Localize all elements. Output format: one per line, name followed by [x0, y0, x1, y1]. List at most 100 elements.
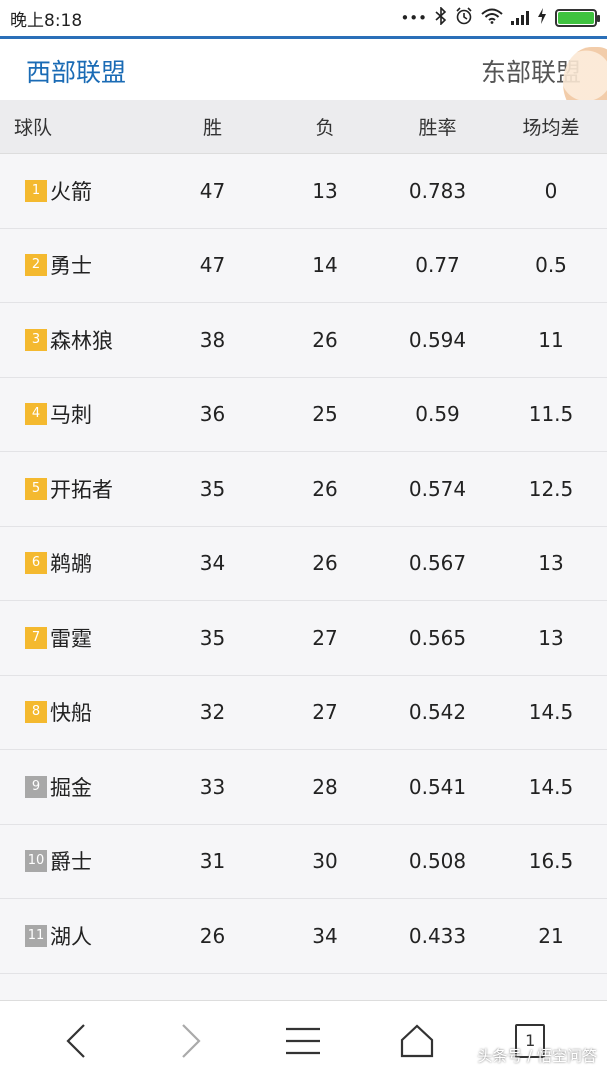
table-row[interactable]: 4 马刺 36 25 0.59 11.5 [0, 377, 607, 452]
table-row[interactable]: 6 鹈鹕 34 26 0.567 13 [0, 526, 607, 601]
team-name: 爵士 [50, 850, 92, 875]
win-pct-cell: 0.567 [408, 551, 467, 576]
win-pct-cell: 0.574 [408, 476, 467, 501]
wins-cell: 38 [199, 327, 226, 352]
wins-cell: 35 [199, 476, 226, 501]
wins-cell: 47 [199, 253, 226, 278]
table-row[interactable]: 2 勇士 47 14 0.77 0.5 [0, 228, 607, 303]
battery-icon [555, 9, 600, 27]
col-header-team: 球队 [14, 117, 53, 139]
rank-badge: 10 [25, 850, 47, 873]
games-behind-cell: 14.5 [528, 774, 574, 799]
wins-cell: 32 [199, 700, 226, 725]
team-name: 湖人 [50, 924, 92, 949]
browser-bottom-bar: 1 头条号 / 悟空问答 [0, 1000, 607, 1080]
losses-cell: 34 [312, 923, 338, 948]
back-chevron-icon [66, 1023, 85, 1058]
team-name: 开拓者 [50, 477, 113, 502]
rank-badge: 1 [25, 179, 47, 202]
col-header-games-behind: 场均差 [522, 117, 580, 139]
losses-cell: 26 [312, 551, 338, 576]
win-pct-cell: 0.594 [408, 327, 467, 352]
alarm-icon [455, 7, 473, 29]
rank-badge: 8 [25, 701, 47, 724]
signal-icon [511, 11, 529, 25]
forward-button[interactable] [155, 1011, 225, 1071]
team-name: 鹈鹕 [50, 552, 92, 577]
win-pct-cell: 0.565 [408, 625, 467, 650]
team-name: 快船 [50, 701, 92, 726]
status-time: 晚上8:18 [10, 10, 83, 31]
table-row[interactable]: 8 快船 32 27 0.542 14.5 [0, 675, 607, 750]
losses-cell: 30 [312, 849, 338, 874]
losses-cell: 25 [312, 402, 338, 427]
table-row[interactable]: 1 火箭 47 13 0.783 0 [0, 154, 607, 229]
table-row[interactable]: 5 开拓者 35 26 0.574 12.5 [0, 452, 607, 527]
team-name: 马刺 [50, 403, 92, 428]
losses-cell: 13 [312, 178, 338, 203]
home-button[interactable] [382, 1011, 452, 1071]
losses-cell: 28 [312, 774, 338, 799]
menu-button[interactable] [268, 1011, 338, 1071]
back-button[interactable] [42, 1011, 112, 1071]
win-pct-cell: 0.508 [408, 849, 467, 874]
losses-cell: 26 [312, 476, 338, 501]
menu-icon [286, 1027, 321, 1054]
win-pct-cell: 0.77 [415, 253, 460, 278]
standings-table-header: 球队 胜 负 胜率 场均差 [0, 100, 607, 154]
games-behind-cell: 13 [538, 625, 564, 650]
games-behind-cell: 11.5 [528, 402, 574, 427]
conference-header: 西部联盟 东部联盟 [0, 36, 607, 119]
games-behind-cell: 16.5 [528, 849, 574, 874]
win-pct-cell: 0.541 [408, 774, 467, 799]
home-icon [400, 1023, 433, 1057]
win-pct-cell: 0.542 [408, 700, 467, 725]
table-row[interactable]: 7 雷霆 35 27 0.565 13 [0, 601, 607, 676]
win-pct-cell: 0.433 [408, 923, 467, 948]
rank-badge: 11 [25, 924, 47, 947]
table-row[interactable]: 9 掘金 33 28 0.541 14.5 [0, 750, 607, 825]
team-name: 火箭 [50, 179, 92, 204]
col-header-win-pct: 胜率 [418, 117, 457, 139]
watermark: 头条号 / 悟空问答 [477, 1047, 597, 1065]
win-pct-cell: 0.59 [415, 402, 460, 427]
wins-cell: 31 [199, 849, 226, 874]
table-row-partial [0, 973, 607, 1004]
games-behind-cell: 21 [538, 923, 564, 948]
standings-table-body: 1 火箭 47 13 0.783 0 2 勇士 47 14 0.77 0.5 3 森林… [0, 154, 607, 1004]
wins-cell: 35 [199, 625, 226, 650]
wins-cell: 26 [199, 923, 226, 948]
wifi-icon [481, 8, 503, 28]
games-behind-cell: 0.5 [535, 253, 567, 278]
rank-badge: 6 [25, 552, 47, 575]
forward-chevron-icon [182, 1023, 201, 1058]
losses-cell: 27 [312, 700, 338, 725]
wins-cell: 36 [199, 402, 226, 427]
status-icons: ••• [400, 6, 600, 29]
bluetooth-icon [435, 6, 447, 29]
table-row[interactable]: 10 爵士 31 30 0.508 16.5 [0, 824, 607, 899]
tab-western-conference[interactable]: 西部联盟 [26, 53, 126, 89]
games-behind-cell: 12.5 [528, 476, 574, 501]
team-name: 掘金 [50, 775, 92, 800]
dots-icon: ••• [400, 9, 427, 27]
charging-icon [537, 8, 547, 28]
losses-cell: 14 [312, 253, 338, 278]
rank-badge: 5 [25, 477, 47, 500]
col-header-wins: 胜 [202, 117, 222, 139]
battery-fill [558, 12, 594, 24]
win-pct-cell: 0.783 [408, 178, 467, 203]
rank-badge: 9 [25, 775, 47, 798]
losses-cell: 26 [312, 327, 338, 352]
rank-badge: 7 [25, 626, 47, 649]
wins-cell: 34 [199, 551, 226, 576]
table-row[interactable]: 3 森林狼 38 26 0.594 11 [0, 303, 607, 378]
table-row[interactable]: 11 湖人 26 34 0.433 21 [0, 899, 607, 974]
status-bar: 晚上8:18 ••• [0, 0, 607, 36]
games-behind-cell: 0 [544, 178, 558, 203]
team-name: 勇士 [50, 254, 92, 279]
rank-badge: 3 [25, 328, 47, 351]
rank-badge: 4 [25, 403, 47, 426]
col-header-losses: 负 [315, 117, 335, 139]
wins-cell: 47 [199, 178, 226, 203]
